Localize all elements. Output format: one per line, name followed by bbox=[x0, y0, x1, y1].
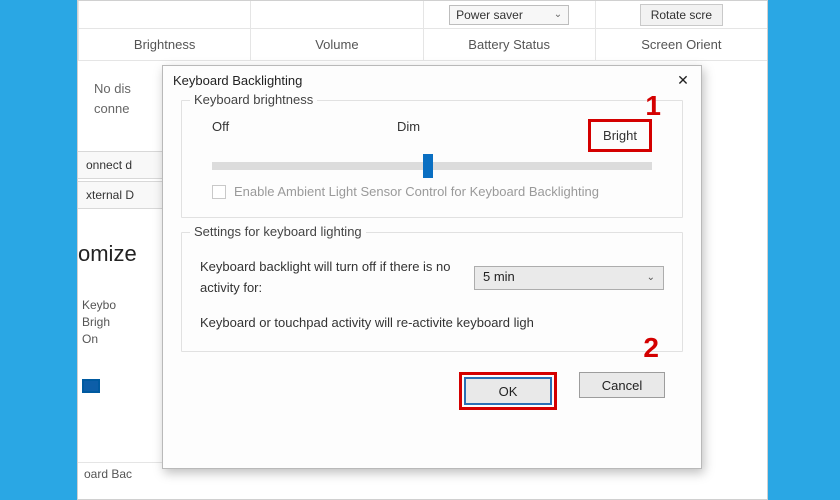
ok-button-highlight: OK bbox=[459, 372, 557, 410]
ok-button[interactable]: OK bbox=[465, 378, 551, 404]
dialog-button-row: 2 OK Cancel bbox=[181, 366, 683, 410]
label-battery: Battery Status bbox=[423, 29, 595, 61]
dialog-title: Keyboard Backlighting bbox=[173, 73, 302, 88]
ambient-sensor-checkbox[interactable] bbox=[212, 185, 226, 199]
customize-heading: omize bbox=[78, 241, 137, 267]
chevron-down-icon: ⌄ bbox=[554, 9, 562, 20]
close-button[interactable]: ✕ bbox=[669, 69, 697, 91]
reactivate-text: Keyboard or touchpad activity will re-ac… bbox=[200, 313, 664, 334]
close-icon: ✕ bbox=[677, 72, 689, 89]
cancel-label: Cancel bbox=[602, 378, 642, 393]
kb-tile-line1: Keybo bbox=[82, 298, 116, 312]
kb-tile-line3: On bbox=[82, 332, 98, 346]
label-volume: Volume bbox=[250, 29, 422, 61]
slider-label-bright: Bright bbox=[603, 128, 637, 143]
slider-label-dim: Dim bbox=[397, 119, 420, 152]
rotate-cell: Rotate scre bbox=[595, 1, 767, 28]
status-line-2: conne bbox=[94, 101, 129, 116]
timeout-dropdown[interactable]: 5 min ⌄ bbox=[474, 266, 664, 290]
dialog-titlebar[interactable]: Keyboard Backlighting ✕ bbox=[163, 66, 701, 94]
brightness-slider[interactable] bbox=[212, 162, 652, 170]
brightness-slider-thumb[interactable] bbox=[423, 154, 433, 178]
dialog-body: Keyboard brightness Off Dim Bright 1 Ena… bbox=[163, 94, 701, 420]
brightness-groupbox: Keyboard brightness Off Dim Bright 1 Ena… bbox=[181, 100, 683, 218]
kb-tile-line2: Brigh bbox=[82, 315, 110, 329]
side-item-external[interactable]: xternal D bbox=[78, 181, 168, 209]
ambient-sensor-label: Enable Ambient Light Sensor Control for … bbox=[234, 184, 599, 199]
label-orientation: Screen Orient bbox=[595, 29, 767, 61]
status-line-1: No dis bbox=[94, 81, 131, 96]
callout-1: 1 bbox=[645, 90, 661, 122]
chevron-down-icon: ⌄ bbox=[647, 270, 655, 286]
timeout-row: Keyboard backlight will turn off if ther… bbox=[200, 257, 664, 299]
power-mode-dropdown[interactable]: Power saver ⌄ bbox=[449, 5, 569, 25]
settings-legend: Settings for keyboard lighting bbox=[190, 224, 366, 239]
timeout-label: Keyboard backlight will turn off if ther… bbox=[200, 257, 458, 299]
settings-groupbox: Settings for keyboard lighting Keyboard … bbox=[181, 232, 683, 352]
power-mode-value: Power saver bbox=[456, 8, 523, 22]
top-controls-row: Power saver ⌄ Rotate scre bbox=[78, 1, 767, 29]
power-mode-cell: Power saver ⌄ bbox=[423, 1, 595, 28]
callout-2: 2 bbox=[643, 332, 659, 364]
brightness-legend: Keyboard brightness bbox=[190, 92, 317, 107]
timeout-value: 5 min bbox=[483, 267, 515, 288]
cancel-button[interactable]: Cancel bbox=[579, 372, 665, 398]
ok-label: OK bbox=[499, 384, 518, 399]
slider-thumb-icon[interactable] bbox=[82, 379, 100, 393]
brightness-slider-cell bbox=[78, 1, 250, 28]
keyboard-backlighting-dialog: Keyboard Backlighting ✕ Keyboard brightn… bbox=[162, 65, 702, 469]
category-labels-row: Brightness Volume Battery Status Screen … bbox=[78, 29, 767, 61]
slider-label-bright-highlight: Bright 1 bbox=[588, 119, 652, 152]
rotate-screen-label: Rotate scre bbox=[651, 8, 712, 22]
side-item-connect[interactable]: onnect d bbox=[78, 151, 168, 179]
volume-slider-cell bbox=[250, 1, 422, 28]
slider-label-row: Off Dim Bright 1 bbox=[212, 119, 652, 152]
side-button-list: onnect d xternal D bbox=[78, 151, 168, 211]
label-brightness: Brightness bbox=[78, 29, 250, 61]
slider-label-off: Off bbox=[212, 119, 229, 152]
rotate-screen-button[interactable]: Rotate scre bbox=[640, 4, 723, 26]
ambient-sensor-row[interactable]: Enable Ambient Light Sensor Control for … bbox=[212, 184, 664, 199]
